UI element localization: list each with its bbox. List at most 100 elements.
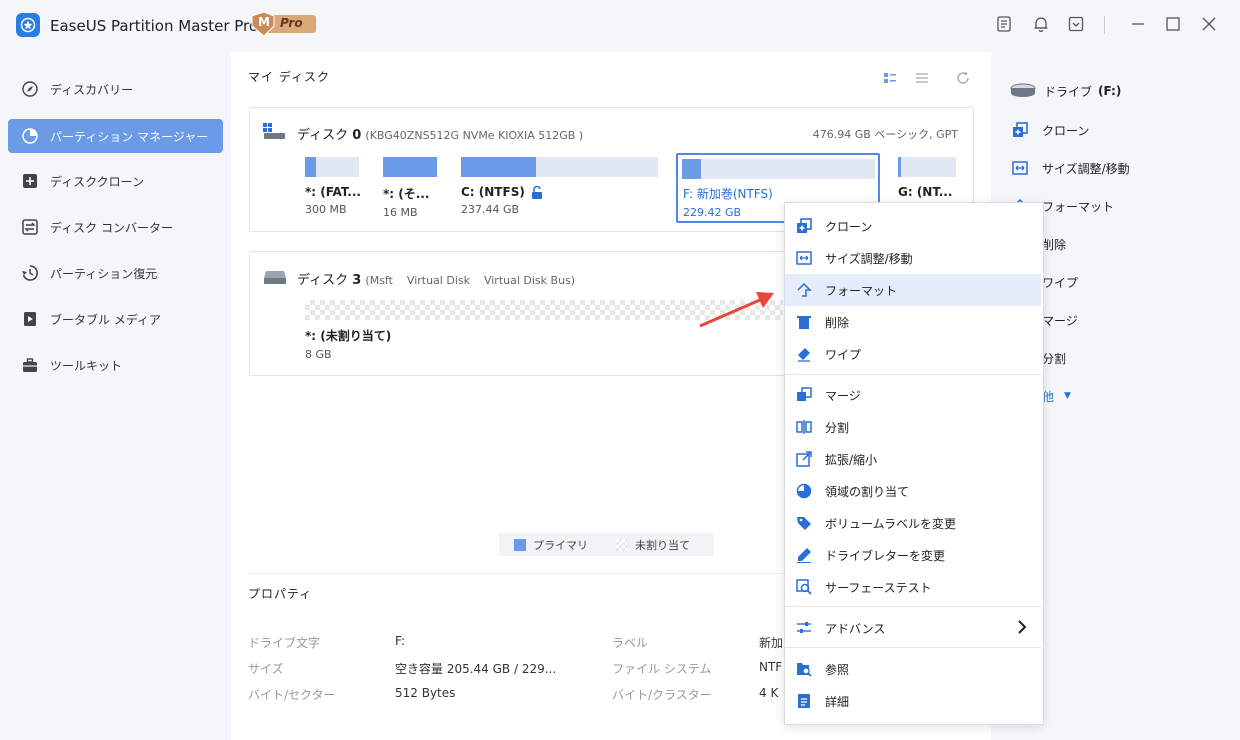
prop-label-filesystem: ファイル システム [612, 662, 712, 676]
menu-item-delete[interactable]: 削除 [785, 306, 1041, 338]
menu-item-label: マージ [825, 388, 861, 403]
menu-item-label: 領域の割り当て [825, 484, 910, 499]
minimize-icon[interactable] [1128, 15, 1148, 35]
disk-3-number: 3 [352, 273, 362, 288]
menu-item-label: 分割 [825, 420, 850, 435]
resize-icon [795, 249, 813, 267]
menu-item-advanced[interactable]: アドバンス [785, 612, 1041, 644]
converter-icon [20, 217, 40, 237]
menu-item-surface-test[interactable]: サーフェーステスト [785, 571, 1041, 603]
sidebar-item-disk-clone[interactable]: ディスククローン [8, 164, 223, 198]
usage-fill [682, 159, 702, 179]
trash-icon [795, 313, 813, 331]
action-label: 分割 [1042, 351, 1067, 366]
partition-size: 8 GB [305, 348, 332, 361]
menu-item-change-label[interactable]: ボリュームラベルを変更 [785, 507, 1041, 539]
disk-0-model: (KBG40ZNS512G NVMe KIOXIA 512GB ) [365, 129, 584, 142]
legend: プライマリ 未割り当て [499, 533, 714, 556]
sidebar-item-label: ブータブル メディア [50, 312, 161, 327]
properties-title: プロパティ [248, 587, 313, 601]
partition-fat[interactable]: *: (FAT... 300 MB [305, 157, 361, 217]
prop-label-bytes-per-cluster: バイト/クラスター [612, 688, 712, 702]
sidebar-item-label: パーティション マネージャー [50, 129, 209, 144]
action-label: 削除 [1042, 237, 1067, 252]
menu-item-resize-move[interactable]: サイズ調整/移動 [785, 242, 1041, 274]
partition-name: *: (そ... [383, 187, 430, 201]
legend-primary-label: プライマリ [533, 538, 588, 552]
bell-icon[interactable] [1031, 15, 1051, 35]
toolbox-icon [20, 355, 40, 375]
prop-value-drive-letter: F: [395, 634, 406, 648]
action-resize-move[interactable]: サイズ調整/移動 [1010, 156, 1130, 180]
resize-icon [1010, 158, 1030, 178]
sidebar-item-label: ディスククローン [50, 174, 145, 189]
menu-item-label: ボリュームラベルを変更 [825, 516, 957, 531]
sidebar-item-discovery[interactable]: ディスカバリー [8, 72, 223, 106]
sidebar-item-partition-recovery[interactable]: パーティション復元 [8, 256, 223, 290]
selected-drive-header: ドライブ (F:) [1010, 79, 1121, 103]
merge-icon [795, 386, 813, 404]
sidebar-item-label: ディスク コンバーター [50, 220, 173, 235]
menu-item-label: 削除 [825, 315, 850, 330]
partition-size: 16 MB [383, 206, 418, 219]
prop-label-size: サイズ [248, 662, 284, 676]
partition-name: C: (NTFS) [461, 185, 525, 199]
menu-item-browse[interactable]: 参照 [785, 653, 1041, 685]
expand-shrink-icon [795, 450, 813, 468]
prop-label-drive-letter: ドライブ文字 [248, 636, 321, 650]
partition-name: G: (NT... [898, 185, 953, 199]
feedback-icon[interactable] [994, 15, 1014, 35]
sidebar-item-bootable-media[interactable]: ブータブル メディア [8, 302, 223, 336]
app-title: EaseUS Partition Master Pro版 [50, 17, 274, 35]
disk-3-header: ディスク 3 (Msft Virtual Disk Virtual Disk B… [297, 269, 575, 288]
usage-fill [305, 157, 316, 177]
windows-icon [263, 123, 287, 141]
partition-name: F: 新加巻(NTFS) [683, 187, 773, 201]
menu-item-clone[interactable]: クローン [785, 210, 1041, 242]
menu-item-details[interactable]: 詳細 [785, 685, 1041, 717]
menu-item-format[interactable]: フォーマット [785, 274, 1041, 306]
prop-value-filesystem: NTF [759, 660, 783, 674]
surface-test-icon [795, 578, 813, 596]
disk-0-number: 0 [352, 128, 362, 143]
titlebar-divider [1104, 16, 1105, 34]
partition-other[interactable]: *: (そ... 16 MB [383, 157, 437, 219]
list-view-icon[interactable] [914, 70, 930, 86]
action-clone[interactable]: クローン [1010, 118, 1089, 142]
action-label: サイズ調整/移動 [1042, 161, 1130, 176]
menu-item-expand-shrink[interactable]: 拡張/縮小 [785, 443, 1041, 475]
menu-item-merge[interactable]: マージ [785, 379, 1041, 411]
sidebar-item-disk-converter[interactable]: ディスク コンバーター [8, 210, 223, 244]
download-box-icon[interactable] [1066, 15, 1086, 35]
legend-primary-swatch [514, 538, 526, 551]
grid-view-icon[interactable] [882, 70, 898, 86]
browse-icon [795, 660, 813, 678]
usage-bar [461, 157, 658, 177]
menu-item-label: 拡張/縮小 [825, 452, 878, 467]
usage-bar [383, 157, 437, 177]
prop-value-bytes-per-sector: 512 Bytes [395, 686, 456, 700]
sidebar-item-partition-manager[interactable]: パーティション マネージャー [8, 119, 223, 153]
sidebar [0, 52, 230, 740]
action-label: クローン [1042, 123, 1090, 138]
menu-item-wipe[interactable]: ワイプ [785, 338, 1041, 370]
chevron-right-icon [1017, 620, 1027, 637]
refresh-icon[interactable] [955, 70, 971, 86]
menu-separator [785, 606, 1041, 607]
recovery-icon [20, 263, 40, 283]
prop-value-bytes-per-cluster: 4 K [759, 686, 779, 700]
clone-icon [1010, 120, 1030, 140]
pie-chart-icon [20, 126, 40, 146]
pro-badge-text: Pro [280, 16, 303, 30]
partition-c[interactable]: C: (NTFS) 237.44 GB [461, 157, 658, 217]
menu-item-change-drive-letter[interactable]: ドライブレターを変更 [785, 539, 1041, 571]
menu-separator [785, 374, 1041, 375]
close-icon[interactable] [1199, 15, 1219, 35]
split-icon [795, 418, 813, 436]
maximize-icon[interactable] [1163, 15, 1183, 35]
sidebar-item-toolkit[interactable]: ツールキット [8, 348, 223, 382]
menu-item-allocate-space[interactable]: 領域の割り当て [785, 475, 1041, 507]
disk-0-header: ディスク 0 (KBG40ZNS512G NVMe KIOXIA 512GB ) [297, 124, 583, 143]
menu-item-split[interactable]: 分割 [785, 411, 1041, 443]
usage-bar [305, 157, 359, 177]
